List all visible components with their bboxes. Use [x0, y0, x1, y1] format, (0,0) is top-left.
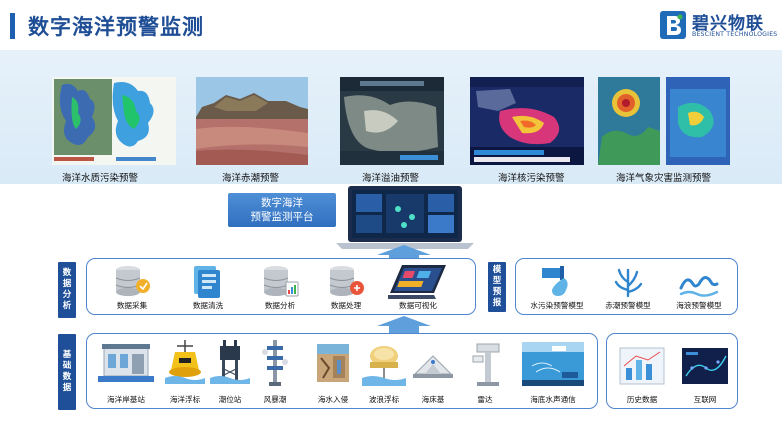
item-seawater-intrusion[interactable]: 海水入侵 [308, 338, 358, 406]
item-data-analyze[interactable]: 数据分析 [252, 262, 308, 312]
item-label: 数据清洗 [192, 301, 224, 310]
item-label: 海底水声通信 [530, 395, 576, 404]
red-tide-photo [196, 77, 308, 165]
warning-label-nuclear: 海洋核污染预警 [498, 173, 565, 184]
item-label: 潮位站 [218, 395, 242, 404]
up-arrow-to-analysis [377, 316, 431, 335]
pipe-discharge-icon [542, 266, 568, 296]
item-label: 海床基 [421, 395, 445, 404]
item-underwater-acoustic[interactable]: 海底水声通信 [516, 338, 590, 406]
underwater-acoustic-icon [522, 342, 584, 386]
logo-mark-icon [660, 11, 686, 39]
item-data-process[interactable]: 数据处理 [318, 262, 374, 312]
water-quality-map [52, 77, 176, 165]
internet-icon [682, 348, 728, 384]
storm-surge-tower-icon [262, 340, 288, 386]
database-analyze-icon [263, 266, 299, 297]
tag-data-analysis: 数 据 分 析 [58, 262, 76, 318]
item-label: 波浪浮标 [368, 395, 400, 404]
item-label: 雷达 [477, 395, 493, 404]
item-label: 海水入侵 [317, 395, 349, 404]
logo-subtitle: BESCIENT TECHNOLOGIES [692, 31, 778, 38]
item-label: 水污染预警模型 [530, 301, 584, 310]
item-label: 数据处理 [330, 301, 362, 310]
page-title: 数字海洋预警监测 [28, 15, 204, 39]
seaweed-icon [614, 268, 643, 298]
platform-laptop-icon [336, 186, 474, 249]
item-data-clean[interactable]: 数据清洗 [180, 262, 236, 312]
shore-station-icon [98, 344, 154, 382]
item-label: 历史数据 [626, 395, 658, 404]
platform-label-line2: 预警监测平台 [250, 211, 314, 223]
item-radar[interactable]: 雷达 [460, 338, 510, 406]
item-water-pollution-model[interactable]: 水污染预警模型 [520, 262, 594, 312]
item-label: 海洋浮标 [169, 395, 201, 404]
oil-spill-satellite [340, 77, 444, 165]
item-tide-station[interactable]: 潮位站 [206, 338, 254, 406]
wave-icon [679, 276, 719, 297]
history-data-icon [619, 347, 665, 385]
seabed-base-icon [413, 355, 453, 378]
item-label: 海洋岸基站 [107, 395, 145, 404]
item-shore-station[interactable]: 海洋岸基站 [96, 338, 156, 406]
title-accent-bar [10, 13, 15, 39]
tablet-visualize-icon [388, 265, 446, 299]
data-clean-icon [194, 266, 220, 298]
company-logo: 碧兴物联 BESCIENT TECHNOLOGIES [660, 9, 778, 43]
warning-label-meteorological: 海洋气象灾害监测预警 [616, 173, 712, 184]
tag-base-data: 基 础 数 据 [58, 334, 76, 410]
item-data-collect[interactable]: 数据采集 [104, 262, 160, 312]
warning-label-water-quality: 海洋水质污染预警 [62, 173, 139, 184]
item-label: 数据可视化 [399, 301, 437, 310]
tag-model-forecast: 模 型 预 报 [488, 262, 506, 312]
wave-buoy-icon [362, 346, 406, 386]
item-storm-surge[interactable]: 风暴潮 [250, 338, 300, 406]
platform-label-line1: 数字海洋 [261, 197, 303, 209]
nuclear-pollution-news [470, 77, 584, 165]
item-internet[interactable]: 互联网 [676, 338, 734, 406]
tide-station-icon [210, 340, 250, 384]
item-label: 风暴潮 [263, 395, 287, 404]
platform-label: 数字海洋 预警监测平台 [228, 193, 336, 227]
item-wave-model[interactable]: 海浪预警模型 [664, 262, 734, 312]
item-label: 数据采集 [116, 301, 148, 310]
item-label: 海浪预警模型 [676, 301, 722, 310]
database-collect-icon [115, 266, 150, 296]
database-process-icon [329, 266, 364, 296]
item-label: 数据分析 [264, 301, 296, 310]
ocean-buoy-icon [165, 340, 205, 384]
typhoon-satellite [598, 77, 730, 165]
item-red-tide-model[interactable]: 赤潮预警模型 [596, 262, 660, 312]
warning-label-oil-spill: 海洋溢油预警 [362, 173, 420, 184]
seawater-intrusion-icon [317, 344, 349, 382]
item-wave-buoy[interactable]: 波浪浮标 [358, 338, 410, 406]
radar-icon [472, 343, 500, 386]
warning-label-red-tide: 海洋赤潮预警 [222, 173, 280, 184]
item-data-visualize[interactable]: 数据可视化 [380, 262, 456, 312]
item-ocean-buoy[interactable]: 海洋浮标 [160, 338, 210, 406]
item-label: 互联网 [693, 395, 717, 404]
item-label: 赤潮预警模型 [605, 301, 651, 310]
item-seabed-base[interactable]: 海床基 [408, 338, 458, 406]
item-history-data[interactable]: 历史数据 [614, 338, 670, 406]
